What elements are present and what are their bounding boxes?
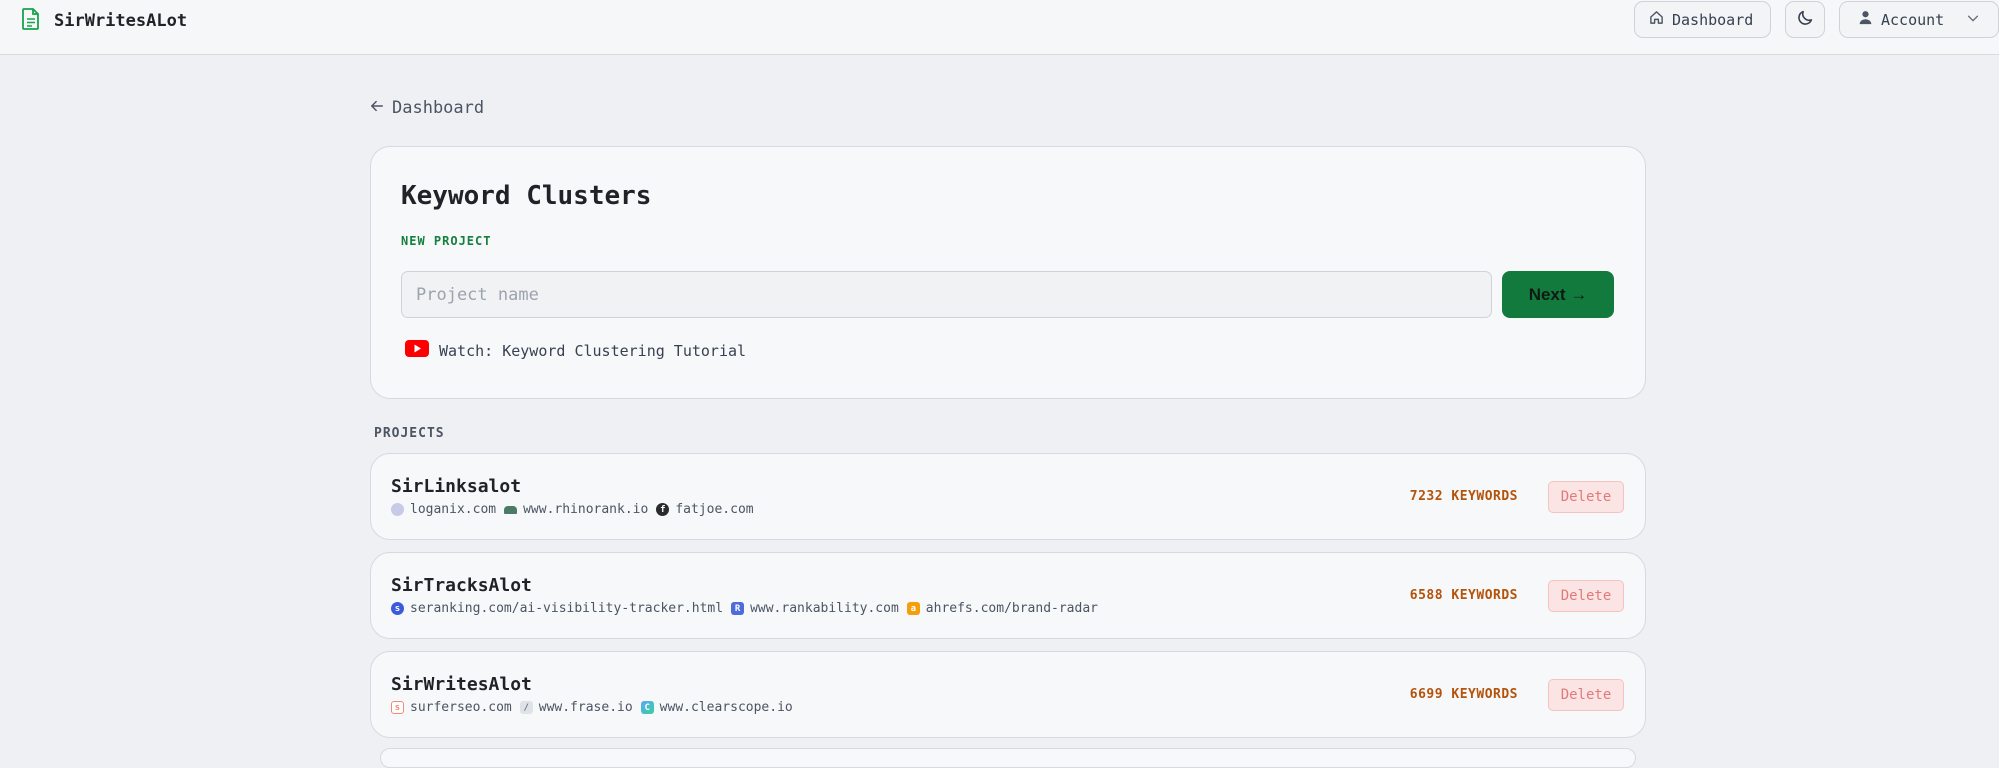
theme-toggle-button[interactable] <box>1785 1 1825 38</box>
dashboard-button[interactable]: Dashboard <box>1634 1 1771 38</box>
site-item: www.rhinorank.io <box>504 502 648 517</box>
site-item: C www.clearscope.io <box>640 700 793 715</box>
ahrefs-favicon-icon: a <box>906 602 920 615</box>
loganix-favicon-icon <box>391 503 404 516</box>
project-name: SirTracksAlot <box>391 575 532 596</box>
brand[interactable]: SirWritesALot <box>22 8 187 34</box>
next-button[interactable]: Next → <box>1502 271 1614 318</box>
site-url: www.rhinorank.io <box>523 502 649 517</box>
page-title: Keyword Clusters <box>401 181 652 211</box>
project-sites: s surferseo.com / www.frase.io C www.cle… <box>391 700 793 715</box>
new-project-label: NEW PROJECT <box>401 234 492 248</box>
site-url: www.rankability.com <box>750 601 899 616</box>
site-item: a ahrefs.com/brand-radar <box>906 601 1098 616</box>
site-item: / www.frase.io <box>519 700 633 715</box>
seranking-favicon-icon: s <box>391 602 404 615</box>
site-item: s surferseo.com <box>391 700 512 715</box>
back-link-label: Dashboard <box>392 98 485 118</box>
keyword-count: 6699 KEYWORDS <box>1409 687 1518 702</box>
site-item: s seranking.com/ai-visibility-tracker.ht… <box>391 601 723 616</box>
frase-favicon-icon: / <box>519 701 533 714</box>
project-sites: s seranking.com/ai-visibility-tracker.ht… <box>391 601 1098 616</box>
back-to-dashboard-link[interactable]: Dashboard <box>370 98 484 118</box>
site-url: ahrefs.com/brand-radar <box>925 601 1098 616</box>
new-project-card: Keyword Clusters NEW PROJECT Next → Watc… <box>370 146 1646 399</box>
home-icon <box>1649 10 1664 29</box>
tutorial-link-label: Watch: Keyword Clustering Tutorial <box>439 341 747 360</box>
site-url: seranking.com/ai-visibility-tracker.html <box>410 601 724 616</box>
user-icon <box>1858 10 1873 29</box>
youtube-icon <box>405 340 429 361</box>
account-menu-button[interactable]: Account <box>1839 1 1999 38</box>
site-item: R www.rankability.com <box>731 601 899 616</box>
arrow-left-icon <box>370 98 384 118</box>
fatjoe-favicon-icon: f <box>656 503 670 516</box>
project-name-input[interactable] <box>401 271 1492 318</box>
project-sites: loganix.com www.rhinorank.io f fatjoe.co… <box>391 502 754 517</box>
project-card[interactable]: SirLinksalot loganix.com www.rhinorank.i… <box>370 453 1646 540</box>
projects-section-label: PROJECTS <box>374 426 445 441</box>
project-card[interactable]: SirWritesAlot s surferseo.com / www.fras… <box>370 651 1646 738</box>
keyword-count: 6588 KEYWORDS <box>1409 588 1518 603</box>
rankability-favicon-icon: R <box>731 602 745 615</box>
keyword-count: 7232 KEYWORDS <box>1409 489 1518 504</box>
site-url: www.frase.io <box>538 700 633 715</box>
chevron-down-icon <box>1966 11 1980 29</box>
site-item: loganix.com <box>391 502 496 517</box>
moon-icon <box>1797 9 1814 30</box>
document-icon <box>22 8 40 34</box>
clearscope-favicon-icon: C <box>640 701 654 714</box>
tutorial-link[interactable]: Watch: Keyword Clustering Tutorial <box>405 340 746 361</box>
site-item: f fatjoe.com <box>656 502 754 517</box>
account-label: Account <box>1881 10 1945 29</box>
app-title: SirWritesALot <box>54 11 188 31</box>
site-url: loganix.com <box>410 502 497 517</box>
site-url: surferseo.com <box>410 700 512 715</box>
site-url: fatjoe.com <box>675 502 754 517</box>
delete-project-button[interactable]: Delete <box>1548 580 1624 612</box>
surferseo-favicon-icon: s <box>391 701 404 714</box>
project-name: SirLinksalot <box>391 476 522 497</box>
project-card[interactable] <box>380 748 1636 768</box>
project-card[interactable]: SirTracksAlot s seranking.com/ai-visibil… <box>370 552 1646 639</box>
project-name: SirWritesAlot <box>391 674 532 695</box>
top-actions: Dashboard Account <box>1634 1 1999 38</box>
dashboard-button-label: Dashboard <box>1672 10 1754 29</box>
site-url: www.clearscope.io <box>659 700 793 715</box>
top-bar: SirWritesALot Dashboard Account <box>0 0 1999 55</box>
delete-project-button[interactable]: Delete <box>1548 481 1624 513</box>
rhinorank-favicon-icon <box>504 505 518 514</box>
delete-project-button[interactable]: Delete <box>1548 679 1624 711</box>
